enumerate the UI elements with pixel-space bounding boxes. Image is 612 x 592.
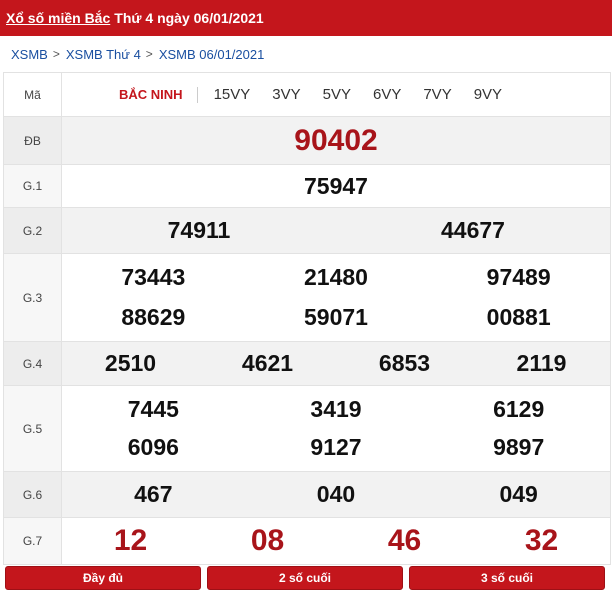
- code-item: 7VY: [423, 86, 452, 103]
- prize-number: 75947: [304, 172, 368, 199]
- last-2-digits-button[interactable]: 2 số cuối: [207, 566, 403, 590]
- prize-number: 46: [387, 524, 422, 557]
- prize-number: 00881: [486, 303, 551, 330]
- code-item: 9VY: [473, 86, 503, 103]
- prize-label: G.3: [4, 254, 62, 341]
- code-item: 6VY: [372, 86, 402, 103]
- prize-number: 6129: [493, 395, 545, 422]
- last-3-digits-button[interactable]: 3 số cuối: [409, 566, 605, 590]
- prize-label: G.1: [4, 165, 62, 207]
- prize-number: 4621: [241, 350, 294, 376]
- view-mode-bar: Đầy đủ 2 số cuối 3 số cuối: [5, 566, 605, 590]
- full-view-button[interactable]: Đầy đủ: [5, 566, 201, 590]
- prize-number: 44677: [441, 217, 505, 243]
- header-date: Thứ 4 ngày 06/01/2021: [114, 10, 264, 26]
- breadcrumb: XSMB > XSMB Thứ 4 > XSMB 06/01/2021: [0, 36, 612, 72]
- table-row-g7: G.7 12 08 46 32: [4, 518, 610, 564]
- table-row-db: ĐB 90402: [4, 117, 610, 165]
- code-item: 3VY: [272, 86, 301, 103]
- table-row-g6: G.6 467 040 049: [4, 472, 610, 518]
- province-name: BẮC NINH: [119, 87, 183, 102]
- prize-number: 2119: [516, 350, 567, 376]
- prize-number: 6096: [127, 434, 179, 461]
- header-link[interactable]: Xổ số miền Bắc: [6, 10, 110, 26]
- table-row-g1: G.1 75947: [4, 165, 610, 208]
- prize-number: 59071: [304, 303, 368, 330]
- prize-number: 3419: [310, 395, 362, 422]
- chevron-right-icon: >: [52, 47, 60, 61]
- prize-number: 9897: [493, 434, 545, 461]
- prize-label: G.2: [4, 208, 62, 253]
- table-row-g2: G.2 74911 44677: [4, 208, 610, 254]
- prize-number: 12: [113, 524, 148, 557]
- prize-label: G.5: [4, 386, 62, 471]
- table-header-row: Mã BẮC NINH 15VY 3VY 5VY 6VY 7VY 9VY: [4, 73, 610, 117]
- table-row-g4: G.4 2510 4621 6853 2119: [4, 342, 610, 386]
- prize-number: 040: [316, 481, 356, 507]
- prize-label: ĐB: [4, 117, 62, 164]
- code-item: 15VY: [213, 86, 251, 103]
- prize-number: 74911: [167, 217, 231, 243]
- results-table: Mã BẮC NINH 15VY 3VY 5VY 6VY 7VY 9VY ĐB …: [3, 72, 611, 565]
- prize-number: 7445: [127, 395, 179, 422]
- prize-number: 32: [524, 524, 559, 557]
- divider: [196, 86, 198, 103]
- prize-number: 08: [250, 524, 285, 557]
- prize-number: 467: [134, 481, 173, 507]
- table-row-g5: G.5 7445 3419 6129 6096 9127 9897: [4, 386, 610, 472]
- prize-number: 73443: [121, 264, 186, 291]
- prize-label: G.6: [4, 472, 62, 517]
- prize-number: 6853: [378, 350, 431, 376]
- prize-number: 88629: [121, 303, 186, 330]
- prize-number: 9127: [310, 434, 362, 461]
- prize-number: 97489: [486, 264, 551, 291]
- breadcrumb-xsmb-thu4[interactable]: XSMB Thứ 4: [66, 47, 141, 62]
- prize-number: 2510: [104, 350, 157, 376]
- special-prize-number: 90402: [294, 123, 378, 157]
- breadcrumb-xsmb[interactable]: XSMB: [11, 47, 48, 62]
- prize-number: 049: [499, 481, 538, 507]
- chevron-right-icon: >: [145, 47, 153, 61]
- table-row-g3: G.3 73443 21480 97489 88629 59071 00881: [4, 254, 610, 342]
- prize-label: G.7: [4, 518, 62, 564]
- code-item: 5VY: [322, 86, 351, 103]
- ma-label: Mã: [4, 73, 62, 116]
- page-header: Xổ số miền Bắc Thứ 4 ngày 06/01/2021: [0, 0, 612, 36]
- prize-number: 21480: [304, 264, 368, 291]
- breadcrumb-xsmb-date[interactable]: XSMB 06/01/2021: [159, 47, 265, 62]
- prize-label: G.4: [4, 342, 62, 385]
